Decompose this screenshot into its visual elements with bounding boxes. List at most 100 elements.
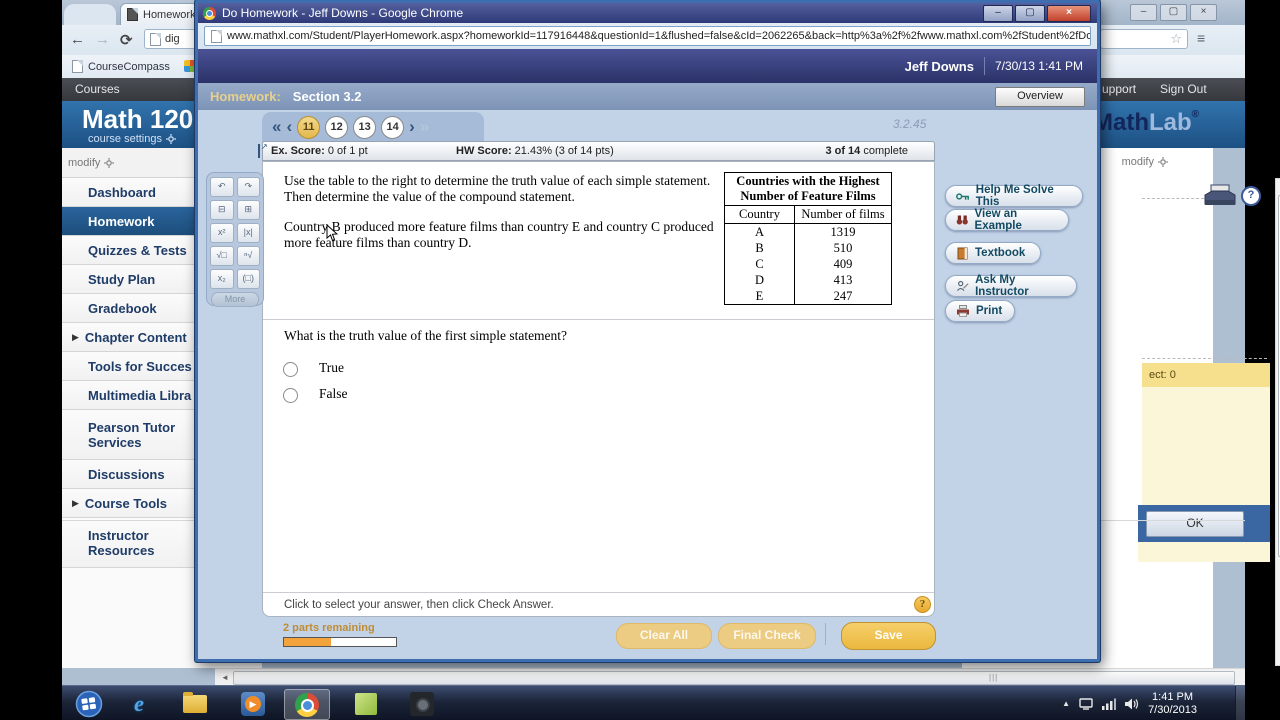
book-icon <box>956 247 969 260</box>
minimize-button[interactable]: – <box>983 5 1013 22</box>
taskbar-notes-app[interactable] <box>344 689 388 718</box>
nth-root-key[interactable]: ⁿ√ <box>237 246 261 266</box>
expand-arrow-icon: ▶ <box>72 496 79 511</box>
network-icon[interactable] <box>1079 698 1093 710</box>
save-button[interactable]: Save <box>841 622 936 650</box>
subscript-key[interactable]: x₂ <box>210 269 234 289</box>
bg-address-bar[interactable]: dig <box>144 29 196 49</box>
next-question-arrow[interactable]: › <box>409 117 415 137</box>
question-prompt: What is the truth value of the first sim… <box>284 328 784 344</box>
radio-true[interactable] <box>283 362 298 377</box>
notes-icon <box>355 693 377 715</box>
scroll-left-arrow[interactable]: ◄ <box>221 673 229 682</box>
question-11-button[interactable]: 11 <box>297 116 320 139</box>
browser-tab[interactable]: Homework <box>120 3 198 25</box>
popout-window-icon[interactable] <box>258 144 260 158</box>
key-icon <box>956 191 970 202</box>
printer-icon[interactable] <box>1202 182 1238 212</box>
first-question-arrow[interactable]: « <box>272 117 281 137</box>
textbook-button[interactable]: Textbook <box>945 242 1041 264</box>
mixed-fraction-key[interactable]: ⊞ <box>237 200 261 220</box>
print-button[interactable]: Print <box>945 300 1015 322</box>
help-question-icon[interactable]: ? <box>914 596 931 613</box>
parentheses-key[interactable]: (□) <box>237 269 261 289</box>
horizontal-scrollbar[interactable]: ◄ ||| <box>215 668 1245 686</box>
forward-icon[interactable]: → <box>95 31 110 48</box>
user-name: Jeff Downs <box>905 59 974 74</box>
volume-icon[interactable] <box>1125 698 1139 710</box>
start-button[interactable] <box>74 689 104 718</box>
fraction-key[interactable]: ⊟ <box>210 200 234 220</box>
nav-courses-tab[interactable]: Courses <box>75 82 120 96</box>
maximize-button[interactable]: ▢ <box>1015 5 1045 22</box>
data-table: Countries with the Highest Number of Fea… <box>724 172 892 305</box>
table-col1-header: Country <box>725 206 795 223</box>
hscrollbar-thumb[interactable]: ||| <box>233 671 1235 685</box>
absolute-value-key[interactable]: |x| <box>237 223 261 243</box>
question-content: Use the table to the right to determine … <box>262 161 935 617</box>
tray-expand-icon[interactable]: ▲ <box>1062 699 1070 708</box>
instructor-icon <box>956 280 969 292</box>
answer-hint: Click to select your answer, then click … <box>284 599 554 611</box>
ok-button-strip: OK <box>1138 505 1270 542</box>
bg-address-bar-right[interactable]: ☆ <box>1100 29 1188 49</box>
final-check-button[interactable]: Final Check <box>718 623 816 649</box>
overview-button[interactable]: Overview <box>995 87 1085 107</box>
prev-question-arrow[interactable]: ‹ <box>286 117 292 137</box>
question-14-button[interactable]: 14 <box>381 116 404 139</box>
view-an-example-button[interactable]: View an Example <box>945 209 1069 231</box>
reload-icon[interactable]: ⟳ <box>120 31 133 49</box>
taskbar-internet-explorer[interactable]: e <box>124 689 154 718</box>
palette-more-button[interactable]: More <box>211 292 259 307</box>
vertical-scrollbar[interactable]: ▲ ≡ ▼ <box>1275 178 1280 666</box>
taskbar-clock[interactable]: 1:41 PM 7/30/2013 <box>1148 691 1197 717</box>
menu-hamburger-icon[interactable]: ≡ <box>1197 30 1205 46</box>
ok-button[interactable]: OK <box>1146 511 1244 537</box>
last-question-arrow[interactable]: » <box>420 117 429 137</box>
question-navigation: « ‹ 11 12 13 14 › » <box>262 112 484 142</box>
undo-icon[interactable]: ↶ <box>210 177 234 197</box>
mathxl-header: Jeff Downs 7/30/13 1:41 PM <box>198 49 1097 83</box>
bookmark-star-icon[interactable]: ☆ <box>1170 31 1182 47</box>
show-desktop-button[interactable] <box>1235 686 1245 720</box>
option-false-label[interactable]: False <box>319 386 348 402</box>
radio-false[interactable] <box>283 388 298 403</box>
back-icon[interactable]: ← <box>70 31 85 48</box>
question-12-button[interactable]: 12 <box>325 116 348 139</box>
do-homework-window: Do Homework - Jeff Downs - Google Chrome… <box>195 0 1100 662</box>
taskbar-media-player[interactable]: ▶ <box>238 689 268 718</box>
homework-player: « ‹ 11 12 13 14 › » 3.2.45 Ex. Score: 0 … <box>198 110 1097 659</box>
course-settings-link[interactable]: course settings <box>88 133 176 145</box>
ask-my-instructor-button[interactable]: Ask My Instructor <box>945 275 1077 297</box>
taskbar-file-explorer[interactable] <box>180 689 210 718</box>
window-titlebar[interactable]: Do Homework - Jeff Downs - Google Chrome… <box>198 3 1097 23</box>
help-circle-icon[interactable]: ? <box>1241 186 1261 206</box>
close-button[interactable]: × <box>1047 5 1091 22</box>
address-bar[interactable]: www.mathxl.com/Student/PlayerHomework.as… <box>204 26 1091 46</box>
signal-bars-icon[interactable] <box>1102 698 1116 710</box>
bg-minimize-button[interactable]: – <box>1130 4 1157 21</box>
nav-signout-link[interactable]: Sign Out <box>1160 82 1207 96</box>
exercise-reference: 3.2.45 <box>893 117 926 131</box>
help-me-solve-this-button[interactable]: Help Me Solve This <box>945 185 1083 207</box>
sqrt-key[interactable]: √□ <box>210 246 234 266</box>
clear-all-button[interactable]: Clear All <box>616 623 712 649</box>
camera-recorder-icon <box>410 692 434 716</box>
tab-title: Homework <box>143 9 196 21</box>
taskbar-chrome-active[interactable] <box>284 689 330 720</box>
modify-row-right[interactable]: modify <box>1122 156 1168 168</box>
exponent-key[interactable]: x² <box>210 223 234 243</box>
option-true-label[interactable]: True <box>319 360 344 376</box>
bg-maximize-button[interactable]: ▢ <box>1160 4 1187 21</box>
window-corner-decoration <box>64 4 116 25</box>
internet-explorer-icon: e <box>134 691 144 717</box>
mouse-cursor <box>326 224 338 242</box>
taskbar-recorder-app[interactable] <box>400 689 444 718</box>
bg-close-button[interactable]: × <box>1190 4 1217 21</box>
section-title: Section 3.2 <box>293 89 362 104</box>
redo-icon[interactable]: ↷ <box>237 177 261 197</box>
bookmark-coursecompass[interactable]: CourseCompass <box>72 60 170 73</box>
clock-time: 1:41 PM <box>1148 691 1197 704</box>
question-13-button[interactable]: 13 <box>353 116 376 139</box>
nav-support-link[interactable]: upport <box>1102 82 1136 96</box>
